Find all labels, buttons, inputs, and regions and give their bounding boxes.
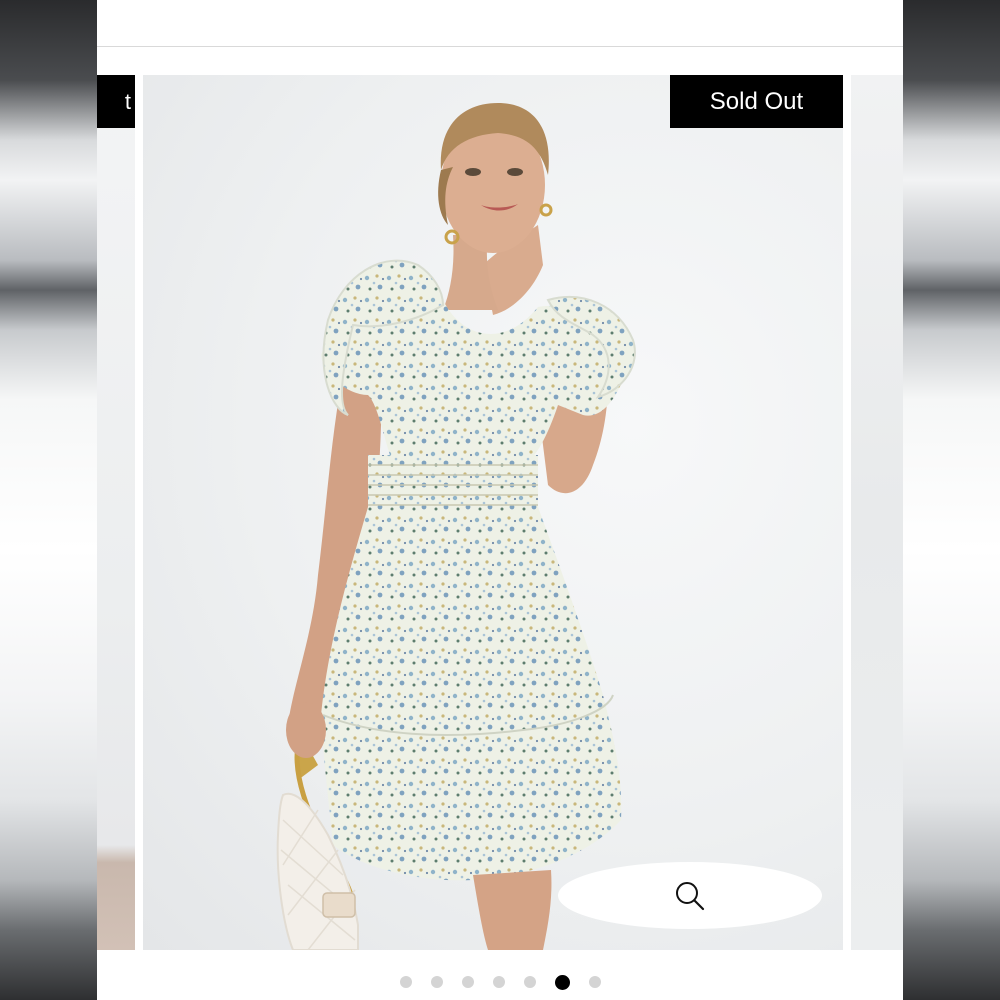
carousel-dot-1[interactable]: [399, 976, 412, 988]
next-slide[interactable]: [851, 75, 903, 950]
zoom-button[interactable]: [558, 862, 822, 929]
carousel-dot-4[interactable]: [492, 976, 505, 988]
backdrop-left: [0, 0, 97, 1000]
search-icon: [676, 881, 705, 910]
carousel-pagination: [97, 972, 903, 992]
image-carousel[interactable]: t Sold Out: [97, 75, 903, 950]
product-photo: [276, 103, 636, 950]
header-bar: [97, 0, 903, 47]
carousel-dot-6[interactable]: [554, 974, 570, 990]
backdrop-right: [903, 0, 1000, 1000]
carousel-dot-7[interactable]: [588, 976, 601, 988]
product-page: t Sold Out: [97, 0, 903, 1000]
sold-out-badge: Sold Out: [670, 75, 843, 128]
current-slide[interactable]: Sold Out: [143, 75, 843, 950]
carousel-dot-3[interactable]: [461, 976, 474, 988]
carousel-dot-5[interactable]: [523, 976, 536, 988]
previous-slide[interactable]: t: [97, 75, 135, 950]
previous-slide-badge: t: [97, 75, 135, 128]
carousel-dot-2[interactable]: [430, 976, 443, 988]
previous-slide-badge-text: t: [124, 89, 131, 114]
